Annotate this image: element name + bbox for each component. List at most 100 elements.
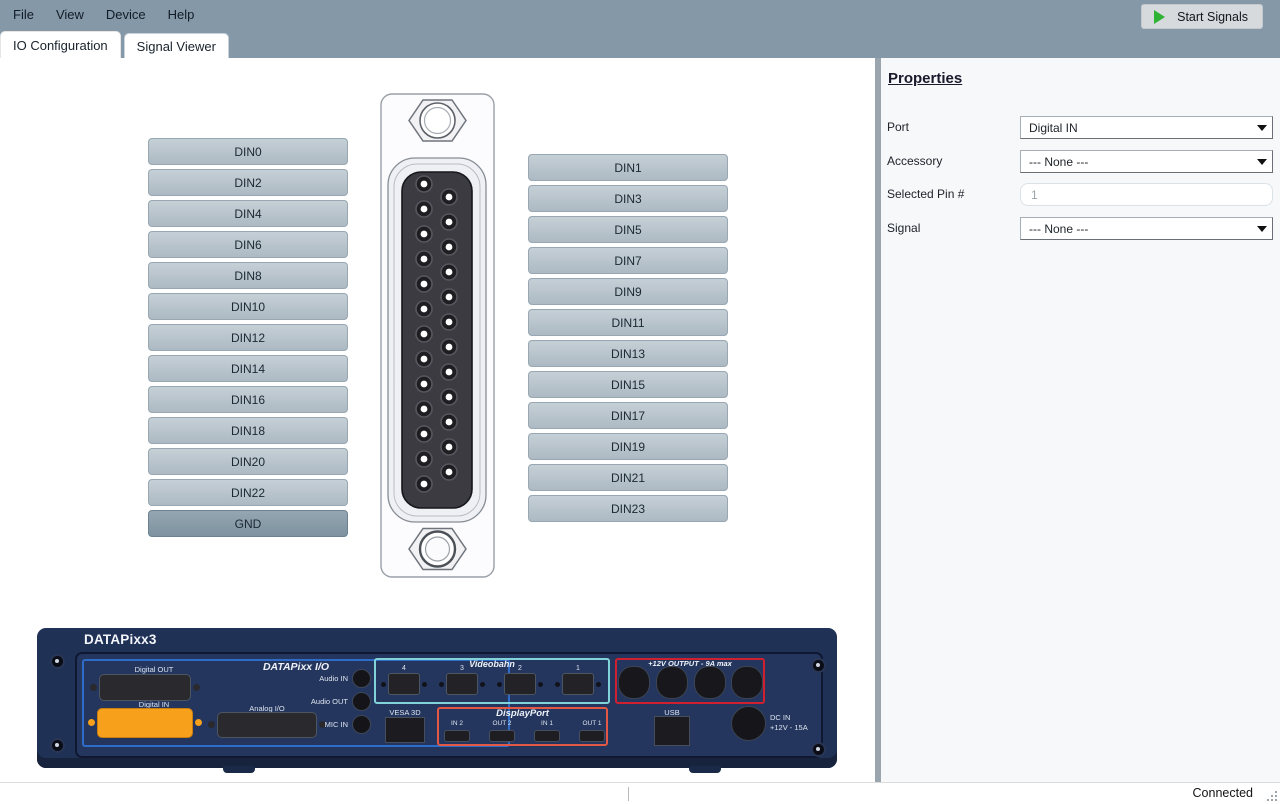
prop-row-port: Port Digital IN — [881, 116, 1280, 140]
selected-pin-value: 1 — [1031, 188, 1038, 202]
pin-button-din6[interactable]: DIN6 — [148, 231, 348, 258]
menu-item-help[interactable]: Help — [157, 0, 206, 30]
audio-in-label: Audio IN — [319, 674, 348, 683]
screw-icon — [811, 742, 826, 757]
pin-button-din21[interactable]: DIN21 — [528, 464, 728, 491]
pin-button-din1[interactable]: DIN1 — [528, 154, 728, 181]
connector-pin-center — [445, 468, 453, 476]
tab-io-configuration[interactable]: IO Configuration — [0, 31, 121, 58]
mount-dot — [555, 682, 560, 687]
pin-button-din12[interactable]: DIN12 — [148, 324, 348, 351]
pin-button-din7[interactable]: DIN7 — [528, 247, 728, 274]
port-select[interactable]: Digital IN — [1020, 116, 1273, 139]
pin-button-din5[interactable]: DIN5 — [528, 216, 728, 243]
pin-button-din20[interactable]: DIN20 — [148, 448, 348, 475]
dc-in-label-1: DC IN — [770, 713, 791, 722]
start-signals-button[interactable]: Start Signals — [1141, 4, 1263, 29]
pin-button-din4[interactable]: DIN4 — [148, 200, 348, 227]
displayport-port-out-2[interactable] — [489, 730, 515, 742]
pin-button-din2[interactable]: DIN2 — [148, 169, 348, 196]
displayport-port-out-1[interactable] — [579, 730, 605, 742]
device-foot — [223, 766, 255, 773]
mount-hole — [90, 683, 97, 691]
digital-out-label: Digital OUT — [134, 665, 174, 674]
selected-pin-label: Selected Pin # — [887, 187, 965, 201]
audio-out-jack[interactable] — [352, 692, 371, 711]
mic-in-jack[interactable] — [352, 715, 371, 734]
pin-button-din11[interactable]: DIN11 — [528, 309, 728, 336]
tab-signal-viewer[interactable]: Signal Viewer — [123, 33, 229, 58]
displayport-port-in-2[interactable] — [444, 730, 470, 742]
vesa-3d-port[interactable] — [385, 717, 425, 743]
videobahn-port-label-3: 3 — [460, 665, 464, 672]
menu-item-file[interactable]: File — [2, 0, 45, 30]
chevron-down-icon — [1257, 125, 1267, 131]
pwr-out-port[interactable] — [656, 666, 688, 699]
selected-pin-input[interactable]: 1 — [1020, 183, 1273, 206]
pin-button-din8[interactable]: DIN8 — [148, 262, 348, 289]
videobahn-port-label-4: 4 — [402, 665, 406, 672]
status-divider — [628, 787, 629, 801]
resize-grip-icon[interactable] — [1265, 789, 1277, 801]
audio-in-jack[interactable] — [352, 669, 371, 688]
screw-icon — [50, 654, 65, 669]
videobahn-port-1[interactable] — [555, 673, 601, 695]
pin-button-din23[interactable]: DIN23 — [528, 495, 728, 522]
mount-dot — [538, 682, 543, 687]
pwr-out-port[interactable] — [618, 666, 650, 699]
pin-button-din0[interactable]: DIN0 — [148, 138, 348, 165]
pwr-out-port[interactable] — [731, 666, 763, 699]
connector-pin-center — [420, 380, 428, 388]
accessory-select[interactable]: --- None --- — [1020, 150, 1273, 173]
videobahn-port-4[interactable] — [381, 673, 427, 695]
pin-button-din15[interactable]: DIN15 — [528, 371, 728, 398]
pin-button-din22[interactable]: DIN22 — [148, 479, 348, 506]
connection-status: Connected — [1192, 786, 1253, 800]
mount-dot — [497, 682, 502, 687]
dc-in-port[interactable] — [731, 706, 766, 741]
videobahn-port-2[interactable] — [497, 673, 543, 695]
videobahn-port-label-1: 1 — [576, 665, 580, 672]
pin-button-din3[interactable]: DIN3 — [528, 185, 728, 212]
mount-dot — [596, 682, 601, 687]
screw-icon — [50, 738, 65, 753]
pin-button-din10[interactable]: DIN10 — [148, 293, 348, 320]
connector-pin-center — [420, 455, 428, 463]
pin-button-din19[interactable]: DIN19 — [528, 433, 728, 460]
pin-button-din16[interactable]: DIN16 — [148, 386, 348, 413]
connector-pin-center — [420, 330, 428, 338]
signal-label: Signal — [887, 221, 921, 235]
displayport-port-in-1[interactable] — [534, 730, 560, 742]
pin-button-din13[interactable]: DIN13 — [528, 340, 728, 367]
connector-pin-center — [420, 430, 428, 438]
connector-pin-center — [445, 443, 453, 451]
signal-value: --- None --- — [1029, 222, 1089, 236]
pin-button-din9[interactable]: DIN9 — [528, 278, 728, 305]
pin-button-gnd[interactable]: GND — [148, 510, 348, 537]
db25-connector-graphic — [380, 93, 495, 578]
play-icon — [1154, 9, 1166, 24]
usb-port[interactable] — [654, 716, 690, 746]
chevron-down-icon — [1257, 226, 1267, 232]
prop-row-signal: Signal --- None --- — [881, 217, 1280, 241]
digital-out-port[interactable] — [90, 674, 200, 701]
videobahn-port-3[interactable] — [439, 673, 485, 695]
properties-panel: Properties Port Digital IN Accessory --- No… — [881, 58, 1280, 782]
menu-bar: File View Device Help Start Signals — [0, 0, 1280, 30]
pin-button-din14[interactable]: DIN14 — [148, 355, 348, 382]
menu-item-device[interactable]: Device — [95, 0, 157, 30]
connector-pin-center — [445, 418, 453, 426]
pin-column-left: DIN0 DIN2 DIN4 DIN6 DIN8 DIN10 DIN12 DIN14 DIN16… — [148, 138, 348, 537]
pin-button-din17[interactable]: DIN17 — [528, 402, 728, 429]
connector-pin-center — [420, 180, 428, 188]
pin-button-din18[interactable]: DIN18 — [148, 417, 348, 444]
connector-pin-center — [445, 318, 453, 326]
port-label: Port — [887, 120, 910, 134]
signal-select[interactable]: --- None --- — [1020, 217, 1273, 240]
pwr-out-port[interactable] — [694, 666, 726, 699]
videobahn-port-label-2: 2 — [518, 665, 522, 672]
connector-pin-center — [420, 405, 428, 413]
digital-in-port-selected[interactable] — [88, 708, 202, 738]
io-configuration-panel: DIN0 DIN2 DIN4 DIN6 DIN8 DIN10 DIN12 DIN14 DIN16… — [0, 58, 875, 782]
menu-item-view[interactable]: View — [45, 0, 95, 30]
